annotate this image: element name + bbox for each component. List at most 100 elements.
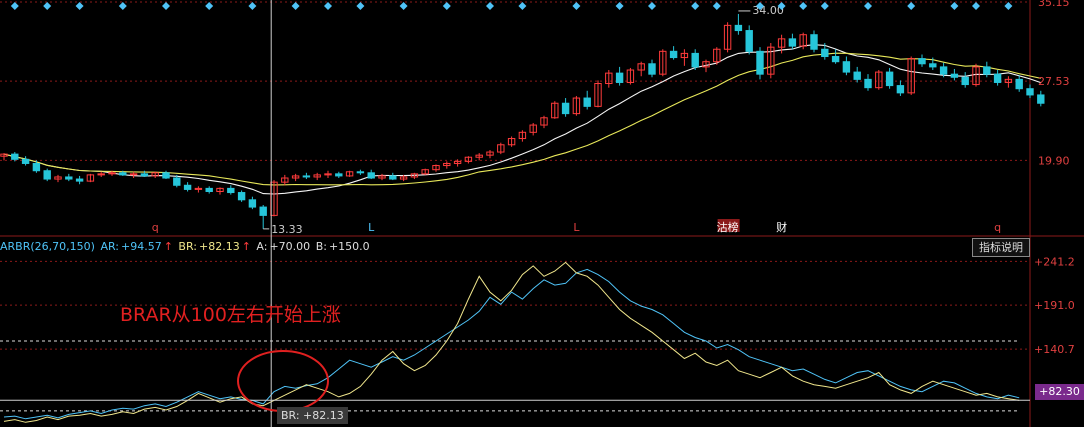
candle-body <box>11 153 19 160</box>
candle <box>302 172 311 180</box>
candle <box>626 67 635 85</box>
event-diamond-icon <box>820 2 829 10</box>
y-axis-labels: 35.15 27.53 19.90 +241.2 +191.0 +140.7 <box>1034 0 1075 356</box>
event-diamond-icon <box>205 2 214 10</box>
ar-label: AR: <box>100 240 119 253</box>
candle <box>885 67 894 89</box>
candle <box>11 152 19 162</box>
ar-value: +94.57 <box>120 240 162 253</box>
candle-body <box>389 175 397 180</box>
candle <box>497 142 505 155</box>
candle-body <box>615 72 624 83</box>
candle-body <box>896 85 905 94</box>
candle <box>583 90 591 110</box>
candle <box>594 80 602 108</box>
annotation-ellipse <box>237 350 329 412</box>
candle-body <box>561 102 570 115</box>
candle-body <box>691 52 699 68</box>
event-diamond-icon <box>799 2 808 10</box>
event-diamond-icon <box>950 2 959 10</box>
candle <box>680 49 689 66</box>
candle-body <box>885 71 894 87</box>
candle <box>324 170 332 179</box>
annotation-circle <box>237 350 329 412</box>
event-diamond-icon <box>518 2 527 10</box>
arbr-indicator <box>3 261 1020 423</box>
candle <box>864 74 872 91</box>
candle-body <box>335 173 343 177</box>
candle <box>896 80 905 96</box>
event-diamond-icon <box>864 2 872 10</box>
candle <box>389 172 397 181</box>
candle-body <box>43 170 51 180</box>
candle-body <box>929 63 937 68</box>
candle <box>734 13 743 35</box>
candle-body <box>21 158 30 164</box>
price-tick-label: 27.53 <box>1038 75 1070 88</box>
b-value: +150.0 <box>328 240 370 253</box>
crosshair <box>0 0 1030 427</box>
candle-body <box>1037 94 1045 104</box>
candle <box>831 49 840 64</box>
candle <box>21 156 30 166</box>
candle <box>1026 84 1034 99</box>
event-diamond-icon <box>972 2 980 10</box>
candle-body <box>237 192 246 201</box>
price-tick-label: 35.15 <box>1038 0 1070 9</box>
event-diamond-icon <box>399 2 408 10</box>
candle <box>659 49 667 77</box>
candle-body <box>32 162 41 172</box>
indicator-header: ARBR(26,70,150) AR: +94.57 ↑ BR: +82.13 ↑ A:… <box>0 240 372 254</box>
candle <box>367 169 375 180</box>
candle <box>907 56 915 95</box>
candle-body <box>65 176 73 180</box>
candle <box>918 54 926 67</box>
candle <box>194 186 203 193</box>
candle-body <box>961 76 969 86</box>
candle <box>65 173 73 182</box>
candle <box>205 186 213 194</box>
event-diamond-icon <box>1004 2 1013 10</box>
candle-body <box>745 30 753 52</box>
candle-body <box>788 38 797 47</box>
candle <box>507 136 516 147</box>
candle-body <box>1015 78 1023 90</box>
candle-body <box>356 171 365 174</box>
candle <box>842 56 851 76</box>
candle <box>875 70 883 90</box>
event-diamond-icon <box>572 2 581 10</box>
candle <box>529 122 537 136</box>
event-diamond-icon <box>291 2 300 10</box>
br-value: +82.13 <box>198 240 240 253</box>
candle <box>993 70 1002 86</box>
candle-body <box>367 172 375 179</box>
candle-body <box>821 48 829 58</box>
b-label: B: <box>315 240 327 253</box>
candle <box>810 30 818 53</box>
event-marker: L <box>573 221 580 234</box>
indicator-tick-label: +191.0 <box>1034 299 1075 312</box>
ma-line-20 <box>3 52 1041 186</box>
candles-group[interactable]: 34.0013.33 <box>0 4 1045 236</box>
candle <box>227 185 235 195</box>
candle <box>605 70 613 88</box>
event-diamond-icon <box>486 2 494 10</box>
candle-body <box>140 173 149 177</box>
event-marker: 沽榜 <box>717 220 739 234</box>
event-diamond-icon <box>712 2 721 10</box>
candle <box>183 182 192 192</box>
event-marker: q <box>152 221 159 234</box>
candle <box>1015 75 1023 92</box>
candle <box>270 180 278 217</box>
candle-body <box>734 24 743 32</box>
event-diamonds[interactable] <box>10 2 1013 10</box>
candle-body <box>939 66 948 75</box>
event-diamond-icon <box>691 2 700 10</box>
candle <box>486 149 494 159</box>
candle <box>853 66 861 83</box>
candle-body <box>1026 88 1034 96</box>
candle <box>572 95 581 116</box>
event-diamond-icon <box>324 2 332 10</box>
stock-chart-svg: 34.0013.33 q L L 沽榜 财 q 35.15 27.53 19.90 +241.2… <box>0 0 1084 427</box>
indicator-help-button[interactable]: 指标说明 <box>972 238 1030 257</box>
